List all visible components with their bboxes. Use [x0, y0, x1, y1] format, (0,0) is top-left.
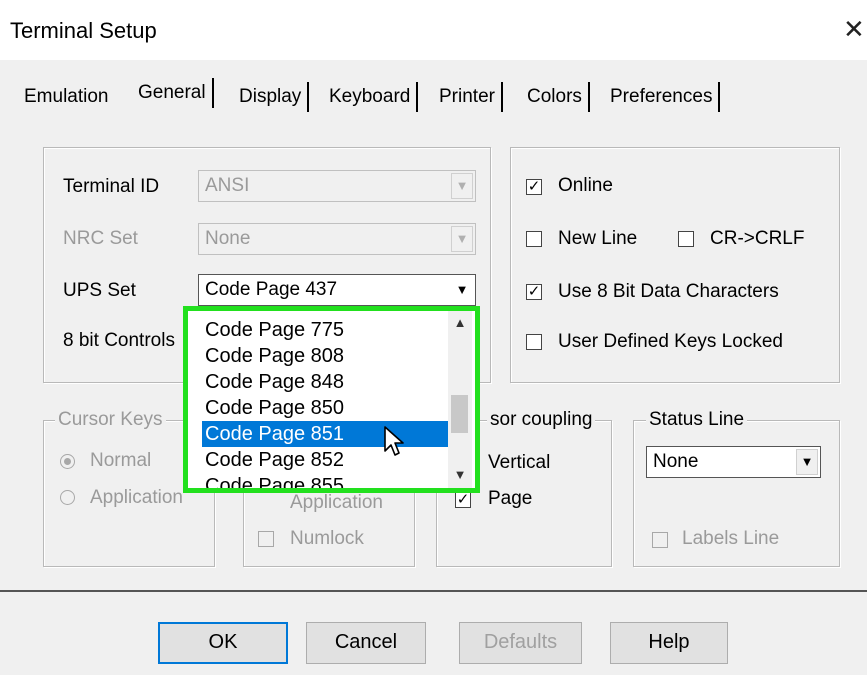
- ups-set-value: Code Page 437: [205, 279, 338, 300]
- close-icon[interactable]: ✕: [843, 14, 865, 45]
- status-line-combo[interactable]: None ▼: [646, 446, 821, 478]
- help-button[interactable]: Help: [610, 622, 728, 664]
- status-line-title: Status Line: [646, 409, 748, 431]
- terminal-id-combo: ANSI ▼: [198, 170, 476, 202]
- tab-colors[interactable]: Colors: [521, 82, 590, 112]
- udk-locked-label: User Defined Keys Locked: [558, 331, 783, 352]
- normal-label: Normal: [90, 450, 152, 471]
- new-line-label: New Line: [558, 228, 638, 249]
- numlock-label: Numlock: [290, 528, 364, 549]
- use-8bit-label: Use 8 Bit Data Characters: [558, 281, 779, 302]
- new-line-checkbox[interactable]: [526, 231, 542, 247]
- cursor-keys-title: Cursor Keys: [55, 409, 166, 431]
- cr-crlf-label: CR->CRLF: [710, 228, 805, 249]
- footer-divider: [0, 590, 867, 592]
- dropdown-option-selected[interactable]: Code Page 851: [202, 421, 449, 447]
- terminal-id-value: ANSI: [205, 175, 250, 196]
- tab-keyboard[interactable]: Keyboard: [323, 82, 419, 112]
- cr-crlf-checkbox[interactable]: [678, 231, 694, 247]
- chevron-down-icon[interactable]: ▼: [451, 277, 473, 303]
- eight-bit-controls-label: 8 bit Controls: [63, 330, 175, 351]
- dropdown-option[interactable]: Code Page 808: [205, 343, 435, 369]
- udk-locked-checkbox[interactable]: [526, 334, 542, 350]
- chevron-down-icon: ▼: [451, 173, 473, 199]
- tab-preferences[interactable]: Preferences: [604, 82, 721, 112]
- chevron-down-icon[interactable]: ▼: [796, 449, 818, 475]
- dropdown-option[interactable]: Code Page 850: [205, 395, 435, 421]
- tab-general[interactable]: General: [132, 78, 214, 108]
- scroll-up-icon[interactable]: ▲: [448, 315, 472, 330]
- dropdown-option[interactable]: Code Page 848: [205, 369, 435, 395]
- nrc-set-value: None: [205, 228, 251, 249]
- ok-button[interactable]: OK: [158, 622, 288, 664]
- vertical-label: Vertical: [488, 452, 551, 473]
- defaults-button[interactable]: Defaults: [459, 622, 582, 664]
- cursor-coupling-title: sor coupling: [487, 409, 596, 431]
- application-label: Application: [90, 487, 183, 508]
- keypad-application-label: Application: [290, 492, 383, 513]
- nrc-set-label: NRC Set: [63, 228, 138, 249]
- scrollbar-thumb[interactable]: [451, 395, 468, 433]
- window-title: Terminal Setup: [10, 18, 157, 43]
- labels-line-checkbox[interactable]: [652, 532, 668, 548]
- page-checkbox[interactable]: ✓: [455, 492, 471, 508]
- use-8bit-checkbox[interactable]: ✓: [526, 284, 542, 300]
- tab-emulation[interactable]: Emulation: [18, 82, 115, 112]
- labels-line-label: Labels Line: [682, 528, 780, 549]
- ups-set-label: UPS Set: [63, 280, 136, 301]
- normal-radio[interactable]: [60, 454, 75, 469]
- application-radio[interactable]: [60, 490, 75, 505]
- tab-printer[interactable]: Printer: [433, 82, 503, 112]
- online-label: Online: [558, 175, 613, 196]
- dropdown-option[interactable]: Code Page 775: [205, 317, 435, 343]
- page-label: Page: [488, 488, 533, 509]
- mouse-pointer-icon: [384, 426, 404, 456]
- cancel-button[interactable]: Cancel: [306, 622, 426, 664]
- online-checkbox[interactable]: ✓: [526, 179, 542, 195]
- dropdown-scrollbar[interactable]: ▲ ▼: [448, 311, 472, 488]
- chevron-down-icon: ▼: [451, 226, 473, 252]
- scroll-down-icon[interactable]: ▼: [448, 467, 472, 482]
- nrc-set-combo: None ▼: [198, 223, 476, 255]
- numlock-checkbox[interactable]: [258, 531, 274, 547]
- status-line-value: None: [653, 451, 699, 472]
- tab-display[interactable]: Display: [233, 82, 310, 112]
- ups-set-dropdown-list[interactable]: Code Page 775 Code Page 808 Code Page 84…: [183, 306, 480, 493]
- ups-set-combo[interactable]: Code Page 437 ▼: [198, 274, 476, 306]
- dropdown-option[interactable]: Code Page 855: [205, 473, 435, 488]
- terminal-id-label: Terminal ID: [63, 176, 160, 197]
